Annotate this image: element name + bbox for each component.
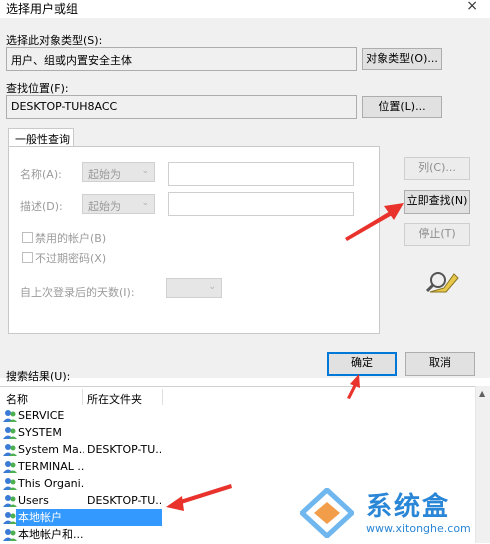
users-group-icon: [3, 461, 17, 473]
location-field: DESKTOP-TUH8ACC: [6, 95, 357, 119]
description-label: 描述(D):: [20, 200, 63, 213]
name-mode-value: 起始为: [88, 168, 121, 181]
column-divider[interactable]: [162, 389, 163, 405]
search-results-label: 搜索结果(U):: [6, 370, 71, 383]
object-type-field: 用户、组或内置安全主体: [6, 47, 357, 71]
object-type-label: 选择此对象类型(S):: [6, 34, 103, 47]
users-group-icon: [3, 512, 17, 524]
table-row[interactable]: SYSTEM: [0, 424, 470, 441]
name-label: 名称(A):: [20, 168, 62, 181]
description-input[interactable]: [168, 192, 354, 216]
chevron-down-icon: ⌄: [141, 198, 149, 208]
scroll-up-icon[interactable]: ▲: [479, 389, 485, 398]
name-input[interactable]: [168, 162, 354, 186]
find-now-button[interactable]: 立即查找(N): [404, 190, 470, 214]
column-header-folder[interactable]: 所在文件夹: [87, 391, 142, 407]
users-group-icon: [3, 444, 17, 456]
days-since-login-label: 自上次登录后的天数(I):: [20, 286, 135, 299]
location-label: 查找位置(F):: [6, 82, 69, 95]
row-name: SERVICE: [18, 409, 65, 422]
row-name: TERMINAL ...: [18, 460, 84, 473]
close-icon[interactable]: ×: [466, 0, 478, 14]
users-group-icon: [3, 427, 17, 439]
row-name: This Organi...: [18, 477, 84, 490]
name-mode-combo[interactable]: 起始为 ⌄: [82, 162, 155, 182]
window-title: 选择用户或组: [6, 2, 79, 16]
watermark-url: www.xitonghe.com: [366, 522, 471, 535]
object-types-button[interactable]: 对象类型(O)...: [362, 48, 442, 70]
disabled-accounts-checkbox[interactable]: [22, 232, 33, 243]
tab-label: 一般性查询: [15, 133, 70, 146]
users-group-icon: [3, 495, 17, 507]
row-name: 本地帐户: [18, 511, 62, 524]
row-folder: DESKTOP-TU...: [87, 443, 161, 456]
chevron-down-icon: ⌄: [208, 282, 216, 292]
users-group-icon: [3, 478, 17, 490]
search-magnifier-icon: [425, 272, 459, 293]
row-folder: DESKTOP-TU...: [87, 494, 161, 507]
locations-button[interactable]: 位置(L)...: [362, 96, 442, 118]
users-group-icon: [3, 410, 17, 422]
columns-button[interactable]: 列(C)...: [404, 157, 470, 180]
description-mode-value: 起始为: [88, 200, 121, 213]
days-since-login-combo[interactable]: ⌄: [166, 278, 222, 298]
disabled-accounts-label: 禁用的帐户(B): [35, 232, 107, 245]
row-name: 本地帐户和...: [18, 528, 84, 541]
table-row[interactable]: TERMINAL ...: [0, 458, 470, 475]
chevron-down-icon: ⌄: [141, 166, 149, 176]
ok-button[interactable]: 确定: [327, 352, 397, 376]
users-group-icon: [3, 529, 17, 541]
column-divider[interactable]: [82, 389, 83, 405]
description-mode-combo[interactable]: 起始为 ⌄: [82, 194, 155, 214]
stop-button[interactable]: 停止(T): [404, 223, 470, 246]
watermark-brand: 系统盒: [366, 492, 451, 522]
column-header-name[interactable]: 名称: [6, 391, 28, 407]
table-row[interactable]: System Ma... DESKTOP-TU...: [0, 441, 470, 458]
row-name: System Ma...: [18, 443, 84, 456]
row-name: SYSTEM: [18, 426, 62, 439]
no-expire-label: 不过期密码(X): [35, 252, 107, 265]
no-expire-checkbox[interactable]: [22, 252, 33, 263]
results-scrollbar[interactable]: ▲: [475, 386, 490, 543]
watermark-logo-icon: [300, 488, 354, 538]
cancel-button[interactable]: 取消: [405, 352, 475, 376]
row-name: Users: [18, 494, 49, 507]
table-row[interactable]: SERVICE: [0, 407, 470, 424]
tab-general-query[interactable]: 一般性查询: [8, 128, 74, 147]
